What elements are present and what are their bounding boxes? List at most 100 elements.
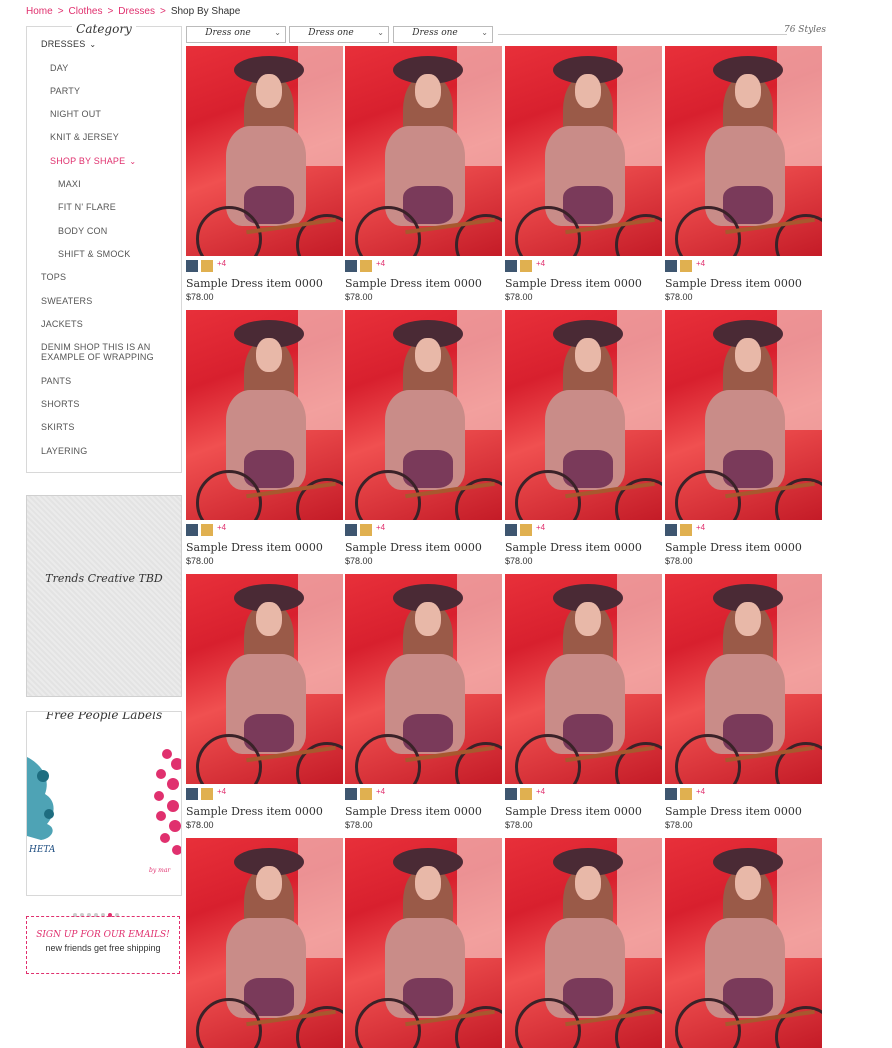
color-swatch[interactable] bbox=[520, 260, 532, 272]
product-card[interactable]: +4 Sample Dress item 0000 $78.00 bbox=[186, 310, 343, 566]
color-swatch[interactable] bbox=[680, 524, 692, 536]
category-fit-n-flare[interactable]: FIT N' FLARE bbox=[58, 202, 116, 212]
color-swatch[interactable] bbox=[505, 788, 517, 800]
labels-carousel[interactable]: Free People Labels HETA by mar bbox=[26, 711, 182, 896]
product-name[interactable]: Sample Dress item 0000 bbox=[665, 805, 822, 818]
breadcrumb-clothes[interactable]: Clothes bbox=[69, 6, 103, 17]
category-shorts[interactable]: SHORTS bbox=[41, 399, 80, 409]
category-pants[interactable]: PANTS bbox=[41, 376, 71, 386]
category-party[interactable]: PARTY bbox=[50, 86, 80, 96]
product-card[interactable] bbox=[345, 838, 502, 1048]
product-image[interactable] bbox=[186, 310, 343, 520]
product-card[interactable]: +4 Sample Dress item 0000 $78.00 bbox=[505, 46, 662, 302]
color-swatch[interactable] bbox=[505, 524, 517, 536]
product-name[interactable]: Sample Dress item 0000 bbox=[345, 277, 502, 290]
product-card[interactable] bbox=[505, 838, 662, 1048]
product-name[interactable]: Sample Dress item 0000 bbox=[186, 541, 343, 554]
product-card[interactable]: +4 Sample Dress item 0000 $78.00 bbox=[186, 574, 343, 830]
product-name[interactable]: Sample Dress item 0000 bbox=[345, 541, 502, 554]
product-image[interactable] bbox=[665, 574, 822, 784]
color-swatch[interactable] bbox=[345, 524, 357, 536]
more-colors-count[interactable]: +4 bbox=[536, 523, 545, 532]
category-layering[interactable]: LAYERING bbox=[41, 446, 87, 456]
category-night-out[interactable]: NIGHT OUT bbox=[50, 109, 101, 119]
color-swatch[interactable] bbox=[665, 524, 677, 536]
product-image[interactable] bbox=[665, 310, 822, 520]
category-denim-line2[interactable]: EXAMPLE OF WRAPPING bbox=[41, 352, 154, 362]
color-swatch[interactable] bbox=[345, 260, 357, 272]
color-swatch[interactable] bbox=[360, 524, 372, 536]
color-swatch[interactable] bbox=[186, 260, 198, 272]
product-card[interactable]: +4 Sample Dress item 0000 $78.00 bbox=[505, 310, 662, 566]
color-swatch[interactable] bbox=[505, 260, 517, 272]
product-image[interactable] bbox=[186, 838, 343, 1048]
product-card[interactable]: +4 Sample Dress item 0000 $78.00 bbox=[345, 310, 502, 566]
product-image[interactable] bbox=[505, 310, 662, 520]
more-colors-count[interactable]: +4 bbox=[217, 787, 226, 796]
color-swatch[interactable] bbox=[360, 788, 372, 800]
product-image[interactable] bbox=[345, 574, 502, 784]
category-maxi[interactable]: MAXI bbox=[58, 179, 81, 189]
category-skirts[interactable]: SKIRTS bbox=[41, 422, 75, 432]
color-swatch[interactable] bbox=[680, 260, 692, 272]
product-name[interactable]: Sample Dress item 0000 bbox=[505, 541, 662, 554]
product-card[interactable]: +4 Sample Dress item 0000 $78.00 bbox=[186, 46, 343, 302]
category-sweaters[interactable]: SWEATERS bbox=[41, 296, 92, 306]
product-image[interactable] bbox=[186, 574, 343, 784]
product-card[interactable] bbox=[665, 838, 822, 1048]
product-name[interactable]: Sample Dress item 0000 bbox=[505, 277, 662, 290]
product-card[interactable]: +4 Sample Dress item 0000 $78.00 bbox=[345, 46, 502, 302]
color-swatch[interactable] bbox=[360, 260, 372, 272]
category-body-con[interactable]: BODY CON bbox=[58, 226, 107, 236]
product-card[interactable]: +4 Sample Dress item 0000 $78.00 bbox=[665, 46, 822, 302]
product-image[interactable] bbox=[345, 838, 502, 1048]
filter-dropdown-2[interactable]: Dress one ⌄ bbox=[289, 26, 389, 43]
category-shift-smock[interactable]: SHIFT & SMOCK bbox=[58, 249, 130, 259]
color-swatch[interactable] bbox=[665, 788, 677, 800]
product-name[interactable]: Sample Dress item 0000 bbox=[186, 277, 343, 290]
product-image[interactable] bbox=[345, 310, 502, 520]
more-colors-count[interactable]: +4 bbox=[376, 523, 385, 532]
category-jackets[interactable]: JACKETS bbox=[41, 319, 83, 329]
product-image[interactable] bbox=[665, 838, 822, 1048]
more-colors-count[interactable]: +4 bbox=[376, 787, 385, 796]
product-card[interactable]: +4 Sample Dress item 0000 $78.00 bbox=[665, 310, 822, 566]
color-swatch[interactable] bbox=[201, 788, 213, 800]
product-image[interactable] bbox=[505, 46, 662, 256]
more-colors-count[interactable]: +4 bbox=[217, 523, 226, 532]
more-colors-count[interactable]: +4 bbox=[696, 787, 705, 796]
product-card[interactable]: +4 Sample Dress item 0000 $78.00 bbox=[505, 574, 662, 830]
product-card[interactable] bbox=[186, 838, 343, 1048]
breadcrumb-home[interactable]: Home bbox=[26, 6, 53, 17]
filter-dropdown-1[interactable]: Dress one ⌄ bbox=[186, 26, 286, 43]
color-swatch[interactable] bbox=[201, 524, 213, 536]
product-card[interactable]: +4 Sample Dress item 0000 $78.00 bbox=[345, 574, 502, 830]
color-swatch[interactable] bbox=[680, 788, 692, 800]
more-colors-count[interactable]: +4 bbox=[376, 259, 385, 268]
color-swatch[interactable] bbox=[520, 788, 532, 800]
more-colors-count[interactable]: +4 bbox=[696, 523, 705, 532]
product-name[interactable]: Sample Dress item 0000 bbox=[505, 805, 662, 818]
product-image[interactable] bbox=[186, 46, 343, 256]
product-name[interactable]: Sample Dress item 0000 bbox=[186, 805, 343, 818]
more-colors-count[interactable]: +4 bbox=[536, 259, 545, 268]
product-name[interactable]: Sample Dress item 0000 bbox=[345, 805, 502, 818]
product-name[interactable]: Sample Dress item 0000 bbox=[665, 277, 822, 290]
color-swatch[interactable] bbox=[345, 788, 357, 800]
filter-dropdown-3[interactable]: Dress one ⌄ bbox=[393, 26, 493, 43]
category-shop-by-shape[interactable]: SHOP BY SHAPE ⌄ bbox=[50, 156, 136, 166]
category-knit-jersey[interactable]: KNIT & JERSEY bbox=[50, 132, 119, 142]
more-colors-count[interactable]: +4 bbox=[696, 259, 705, 268]
email-signup-banner[interactable]: SIGN UP FOR OUR EMAILS! new friends get … bbox=[26, 916, 180, 974]
product-image[interactable] bbox=[505, 574, 662, 784]
breadcrumb-dresses[interactable]: Dresses bbox=[118, 6, 155, 17]
product-image[interactable] bbox=[665, 46, 822, 256]
product-image[interactable] bbox=[505, 838, 662, 1048]
trends-banner[interactable]: Trends Creative TBD bbox=[26, 495, 182, 697]
product-image[interactable] bbox=[345, 46, 502, 256]
product-card[interactable]: +4 Sample Dress item 0000 $78.00 bbox=[665, 574, 822, 830]
more-colors-count[interactable]: +4 bbox=[536, 787, 545, 796]
color-swatch[interactable] bbox=[186, 524, 198, 536]
category-tops[interactable]: TOPS bbox=[41, 272, 66, 282]
category-day[interactable]: DAY bbox=[50, 63, 68, 73]
